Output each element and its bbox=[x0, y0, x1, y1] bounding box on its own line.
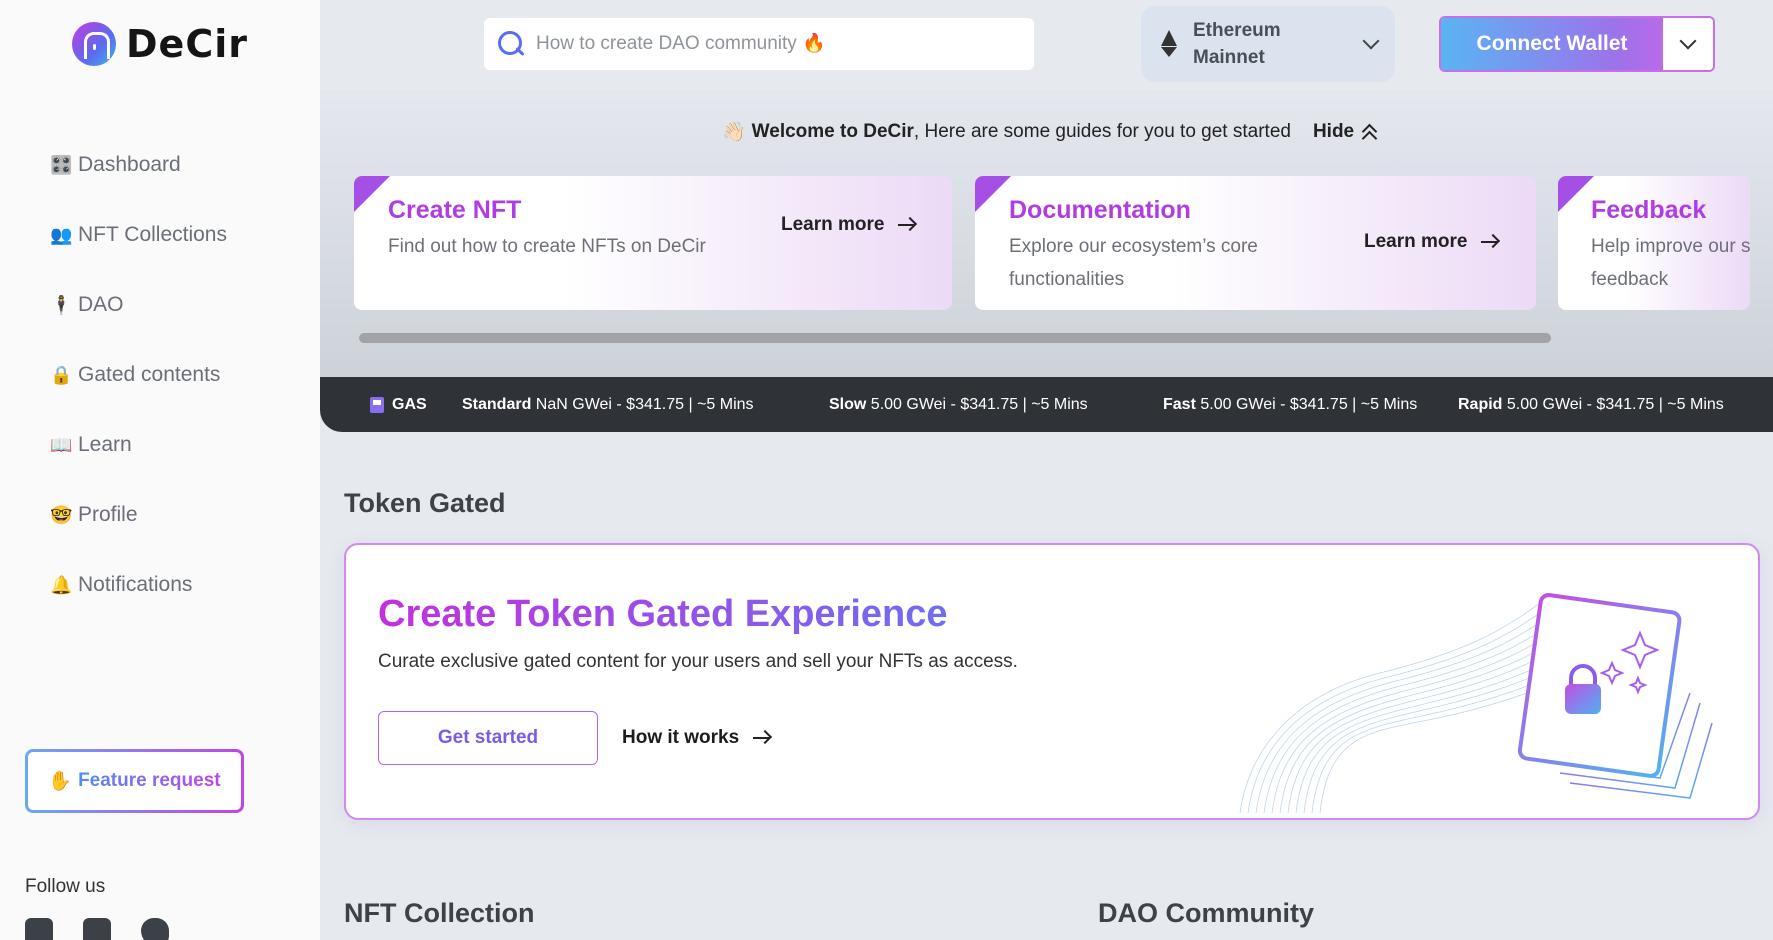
gas-rapid: Rapid 5.00 GWei - $341.75 | ~5 Mins bbox=[1458, 396, 1724, 414]
get-started-button[interactable]: Get started bbox=[378, 711, 598, 765]
guide-card-documentation[interactable]: Documentation Explore our ecosystem’s co… bbox=[975, 176, 1536, 310]
how-it-works-link[interactable]: How it works bbox=[622, 711, 770, 765]
follow-us-label: Follow us bbox=[25, 876, 106, 897]
gas-tier-name: Slow bbox=[829, 395, 867, 413]
gas-tier-value: 5.00 GWei - $341.75 | ~5 Mins bbox=[1200, 395, 1418, 413]
guide-description: Explore our ecosystem’s core functionali… bbox=[1009, 236, 1258, 290]
users-icon: 👥 bbox=[50, 224, 73, 245]
arrow-right-icon bbox=[1481, 240, 1498, 244]
chevron-down-icon bbox=[1679, 32, 1697, 50]
guide-title: Documentation bbox=[1009, 196, 1191, 224]
sidebar-item-profile[interactable]: 🤓 Profile bbox=[50, 480, 227, 550]
learn-more-link[interactable]: Learn more bbox=[781, 214, 915, 236]
search-icon bbox=[498, 31, 524, 57]
guide-description: Find out how to create NFTs on DeCir bbox=[388, 236, 706, 257]
sidebar-item-label: Notifications bbox=[78, 573, 193, 596]
sidebar-item-label: Learn bbox=[78, 433, 132, 456]
hide-guides-button[interactable]: Hide bbox=[1312, 121, 1380, 147]
sidebar-item-label: Dashboard bbox=[78, 153, 181, 176]
gated-lock-illustration bbox=[1239, 593, 1713, 813]
network-name: Ethereum bbox=[1193, 20, 1281, 41]
wallet-dropdown-button[interactable] bbox=[1663, 18, 1713, 70]
guides-scrollbar[interactable] bbox=[359, 333, 1551, 343]
wave-icon: 👋🏻 bbox=[722, 122, 746, 143]
network-label: Ethereum Mainnet bbox=[1193, 17, 1333, 71]
sidebar-item-label: Gated contents bbox=[78, 363, 221, 386]
dao-community-heading: DAO Community bbox=[1098, 898, 1314, 928]
book-icon: 📖 bbox=[50, 434, 73, 455]
discord-icon[interactable] bbox=[25, 918, 53, 940]
token-gated-description: Curate exclusive gated content for your … bbox=[378, 651, 1018, 672]
double-chevron-up-icon bbox=[1360, 122, 1380, 147]
wallet-control: Connect Wallet bbox=[1439, 16, 1715, 72]
sidebar-item-gated-contents[interactable]: 🔒 Gated contents bbox=[50, 340, 227, 410]
learn-more-label: Learn more bbox=[1364, 231, 1468, 252]
guide-card-feedback[interactable]: Feedback Help improve our s feedback bbox=[1558, 176, 1750, 310]
welcome-text: , Here are some guides for you to get st… bbox=[913, 121, 1291, 142]
gas-slow: Slow 5.00 GWei - $341.75 | ~5 Mins bbox=[829, 396, 1088, 414]
gas-tier-value: NaN GWei - $341.75 | ~5 Mins bbox=[535, 395, 754, 413]
lock-icon: 🔒 bbox=[50, 364, 73, 385]
how-it-works-label: How it works bbox=[622, 727, 740, 748]
learn-more-label: Learn more bbox=[781, 214, 885, 235]
feature-request-button[interactable]: ✋ Feature request bbox=[25, 749, 244, 813]
card-frame bbox=[1517, 593, 1682, 778]
sidebar-item-label: NFT Collections bbox=[78, 223, 227, 246]
sidebar-item-nft-collections[interactable]: 👥 NFT Collections bbox=[50, 200, 227, 270]
gas-standard: Standard NaN GWei - $341.75 | ~5 Mins bbox=[462, 396, 754, 414]
sidebar: DeCir 🎛️ Dashboard 👥 NFT Collections 🕴 D… bbox=[0, 0, 320, 940]
network-type: Mainnet bbox=[1193, 47, 1265, 68]
guide-title: Create NFT bbox=[388, 196, 522, 224]
person-icon: 🕴 bbox=[50, 294, 73, 315]
arrow-right-icon bbox=[753, 736, 770, 740]
sidebar-item-dao[interactable]: 🕴 DAO bbox=[50, 270, 227, 340]
guide-title: Feedback bbox=[1591, 196, 1707, 224]
dashboard-icon: 🎛️ bbox=[50, 154, 73, 175]
search-input[interactable] bbox=[536, 33, 996, 55]
token-gated-title: Create Token Gated Experience bbox=[378, 593, 948, 635]
twitter-icon[interactable] bbox=[141, 918, 169, 940]
social-links bbox=[25, 918, 169, 940]
gas-tier-name: Rapid bbox=[1458, 395, 1503, 413]
guide-card-create-nft[interactable]: Create NFT Find out how to create NFTs o… bbox=[354, 176, 952, 310]
learn-more-link[interactable]: Learn more bbox=[1364, 231, 1498, 253]
gas-tier-value: 5.00 GWei - $341.75 | ~5 Mins bbox=[870, 395, 1088, 413]
hide-label: Hide bbox=[1312, 121, 1355, 142]
brand-logo[interactable]: DeCir bbox=[72, 22, 248, 66]
fuel-pump-icon bbox=[370, 396, 384, 413]
search-bar[interactable] bbox=[484, 18, 1034, 70]
token-gated-heading: Token Gated bbox=[344, 488, 506, 518]
token-gated-card: Create Token Gated Experience Curate exc… bbox=[344, 543, 1760, 820]
gas-label: GAS bbox=[392, 395, 427, 413]
sidebar-nav: 🎛️ Dashboard 👥 NFT Collections 🕴 DAO 🔒 G… bbox=[50, 130, 227, 620]
arrow-right-icon bbox=[898, 223, 915, 227]
nerd-face-icon: 🤓 bbox=[50, 504, 73, 525]
ethereum-icon bbox=[1159, 30, 1179, 58]
welcome-bold: Welcome to DeCir bbox=[751, 121, 914, 142]
sidebar-item-label: DAO bbox=[78, 293, 124, 316]
gas-fast: Fast 5.00 GWei - $341.75 | ~5 Mins bbox=[1163, 396, 1417, 414]
gas-tier-name: Standard bbox=[462, 395, 532, 413]
connect-wallet-button[interactable]: Connect Wallet bbox=[1441, 18, 1663, 70]
gas-tier-name: Fast bbox=[1163, 395, 1196, 413]
nft-collection-heading: NFT Collection bbox=[344, 898, 535, 928]
chevron-down-icon bbox=[1362, 32, 1380, 50]
sidebar-item-learn[interactable]: 📖 Learn bbox=[50, 410, 227, 480]
decir-logo-icon bbox=[72, 22, 116, 66]
raised-hand-icon: ✋ bbox=[48, 771, 73, 792]
brand-name: DeCir bbox=[126, 22, 248, 66]
sidebar-item-label: Profile bbox=[78, 503, 138, 526]
gas-header: GAS bbox=[370, 396, 427, 414]
welcome-message: 👋🏻 Welcome to DeCir , Here are some guid… bbox=[722, 120, 1380, 147]
linkedin-icon[interactable] bbox=[83, 918, 111, 940]
guide-description: Help improve our s feedback bbox=[1591, 236, 1750, 290]
bell-icon: 🔔 bbox=[50, 574, 73, 595]
network-selector[interactable]: Ethereum Mainnet bbox=[1141, 6, 1395, 82]
gas-tier-value: 5.00 GWei - $341.75 | ~5 Mins bbox=[1506, 395, 1724, 413]
feature-request-label: Feature request bbox=[78, 770, 221, 791]
sidebar-item-notifications[interactable]: 🔔 Notifications bbox=[50, 550, 227, 620]
sidebar-item-dashboard[interactable]: 🎛️ Dashboard bbox=[50, 130, 227, 200]
gas-tracker: GAS Standard NaN GWei - $341.75 | ~5 Min… bbox=[320, 377, 1773, 432]
